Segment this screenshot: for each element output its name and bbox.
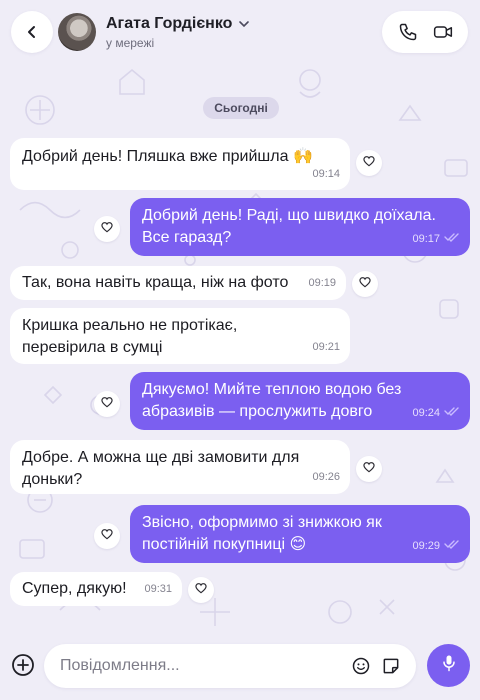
double-check-icon [444,535,460,557]
message-text: Добрий день! Пляшка вже прийшла 🙌 [22,148,313,165]
back-arrow-icon [17,17,47,47]
heart-icon [100,220,114,239]
incoming-message[interactable]: Добрий день! Пляшка вже прийшла 🙌 09:14 [10,138,350,190]
avatar[interactable] [58,13,96,51]
message-text: Дякуємо! Мийте теплою водою без [142,381,402,398]
react-heart-button[interactable] [356,150,382,176]
heart-icon [194,581,208,600]
contact-name: Агата Гордієнко [106,14,233,32]
message-time: 09:17 [412,233,440,245]
double-check-icon [444,228,460,250]
video-camera-icon[interactable] [428,17,458,47]
voice-record-button[interactable] [427,644,470,687]
message-time: 09:24 [412,407,440,419]
incoming-message[interactable]: Добре. А можна ще дві замовити для доньк… [10,440,350,494]
message-text: Все гаразд? [142,229,232,246]
outgoing-message[interactable]: Звісно, оформимо зі знижкою як постійній… [130,505,470,563]
message-text: Добрий день! Раді, що швидко доїхала. [142,207,436,224]
message-text: доньки? [22,471,83,488]
incoming-message[interactable]: Кришка реально не протікає, перевірила в… [10,308,350,364]
message-time: 09:31 [144,583,172,595]
call-actions [382,11,468,53]
react-heart-button[interactable] [94,391,120,417]
message-time: 09:21 [312,341,340,353]
message-time: 09:26 [312,471,340,483]
incoming-message[interactable]: Так, вона навіть краща, ніж на фото 09:1… [10,266,346,300]
message-text: постійній покупниці 😊 [142,536,307,553]
message-input-container [44,644,416,688]
contact-status: у мережі [106,35,155,50]
heart-icon [100,527,114,546]
message-text: Так, вона навіть краща, ніж на фото [22,274,289,291]
message-text: Кришка реально не протікає, [22,317,238,334]
heart-icon [100,395,114,414]
phone-icon[interactable] [393,17,423,47]
incoming-message[interactable]: Супер, дякую! 09:31 [10,572,182,606]
message-time: 09:19 [308,277,336,289]
double-check-icon [444,402,460,424]
heart-icon [358,275,372,294]
smile-icon[interactable] [346,651,376,681]
date-separator: Сьогодні [203,97,279,119]
react-heart-button[interactable] [94,216,120,242]
message-time: 09:14 [312,168,340,180]
sticker-icon[interactable] [376,651,406,681]
message-input[interactable] [60,657,346,675]
outgoing-message[interactable]: Дякуємо! Мийте теплою водою без абразиві… [130,372,470,430]
react-heart-button[interactable] [94,523,120,549]
message-text: Добре. А можна ще дві замовити для [22,449,300,466]
chat-header: Агата Гордієнко у мережі [0,0,480,64]
microphone-icon [439,653,459,678]
react-heart-button[interactable] [356,456,382,482]
chevron-down-icon[interactable] [238,18,250,30]
outgoing-message[interactable]: Добрий день! Раді, що швидко доїхала. Вс… [130,198,470,256]
react-heart-button[interactable] [352,271,378,297]
message-composer [0,636,480,700]
contact-info[interactable]: Агата Гордієнко у мережі [58,12,250,52]
message-text: Звісно, оформимо зі знижкою як [142,514,382,531]
plus-circle-icon[interactable] [11,653,35,677]
back-button[interactable] [11,11,53,53]
heart-icon [362,460,376,479]
message-text: абразивів — прослужить довго [142,403,373,420]
message-time: 09:29 [412,540,440,552]
heart-icon [362,154,376,173]
message-text: перевірила в сумці [22,339,163,356]
react-heart-button[interactable] [188,577,214,603]
